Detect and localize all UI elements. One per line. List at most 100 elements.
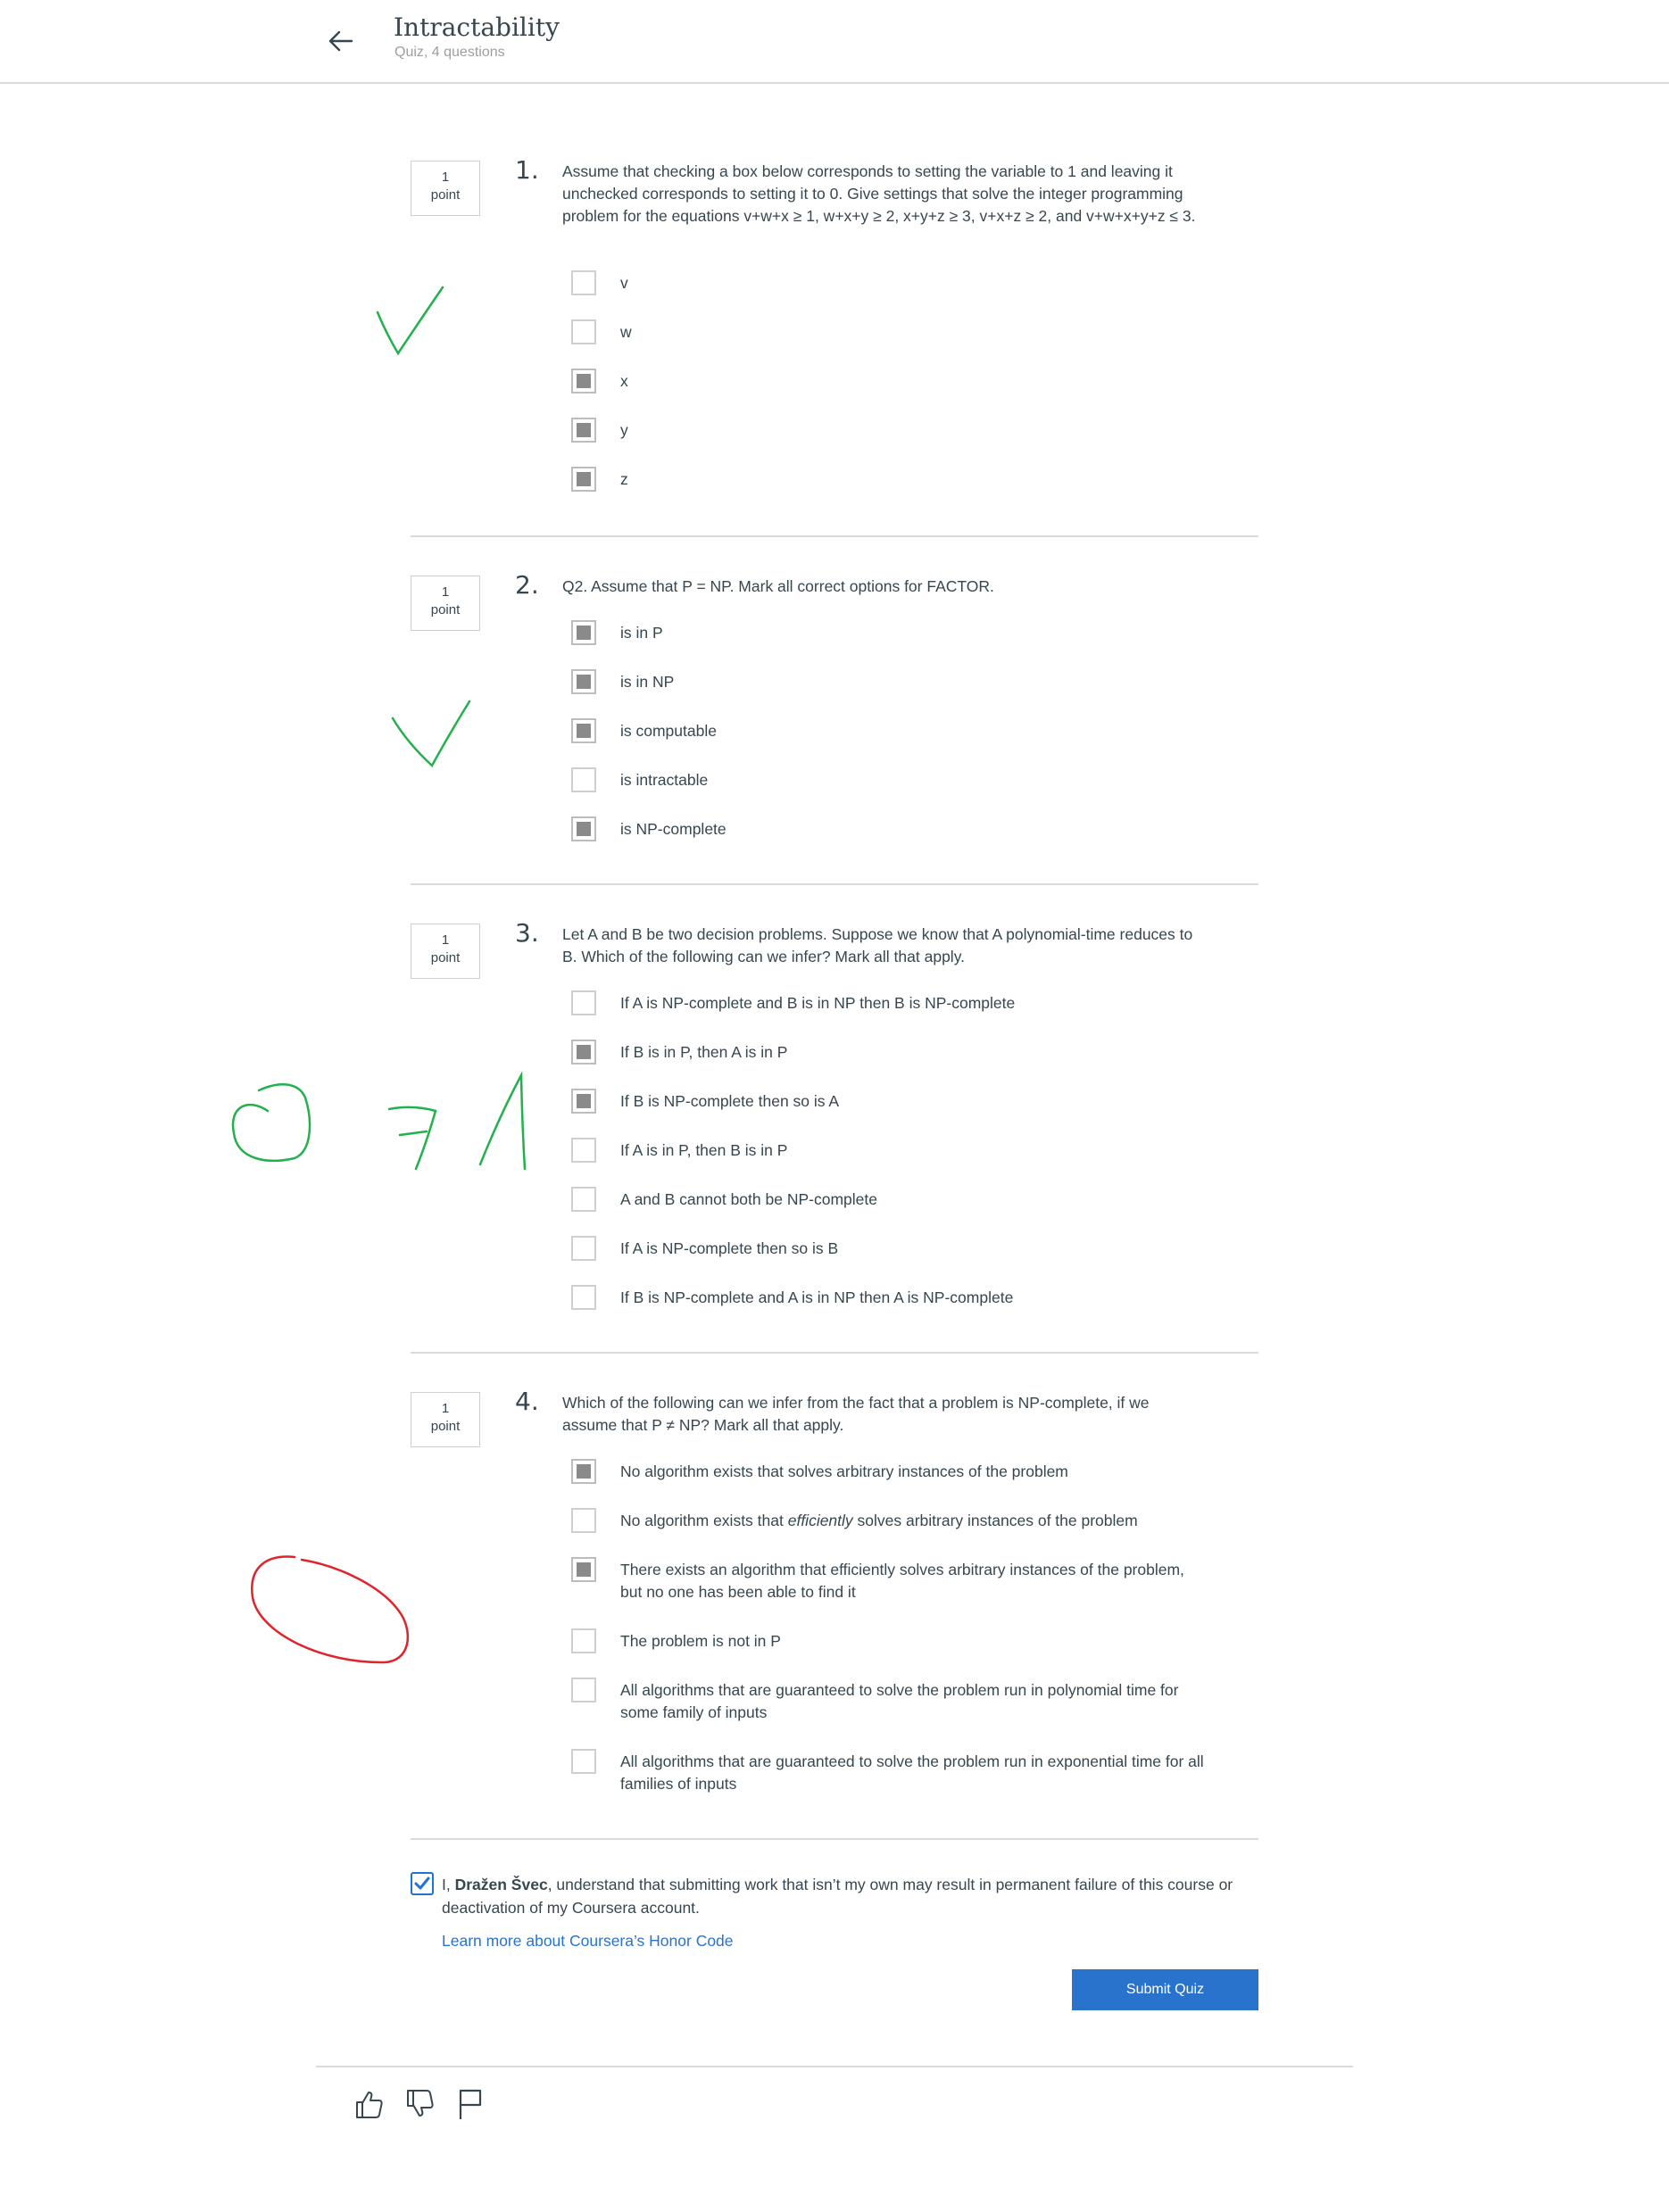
honor-code-checkbox[interactable] bbox=[411, 1872, 434, 1895]
divider bbox=[411, 1838, 1258, 1840]
points-badge: 1 point bbox=[411, 1392, 480, 1447]
option-4e[interactable]: All algorithms that are guaranteed to so… bbox=[571, 1678, 1214, 1727]
option-4a[interactable]: No algorithm exists that solves arbitrar… bbox=[571, 1459, 1214, 1487]
option-checkbox-checked[interactable] bbox=[571, 418, 596, 443]
green-seven bbox=[387, 1106, 437, 1171]
green-checkmark-2 bbox=[391, 700, 471, 768]
option-checkbox[interactable] bbox=[571, 1187, 596, 1212]
divider bbox=[411, 883, 1258, 885]
points-badge: 1 point bbox=[411, 924, 480, 979]
option-label: No algorithm exists that efficiently sol… bbox=[620, 1512, 1138, 1529]
option-is-in-p[interactable]: is in P bbox=[571, 620, 1214, 649]
option-3b[interactable]: If B is in P, then A is in P bbox=[571, 1040, 1214, 1068]
red-zero bbox=[251, 1555, 410, 1664]
option-3e[interactable]: A and B cannot both be NP-complete bbox=[571, 1187, 1214, 1215]
option-label: A and B cannot both be NP-complete bbox=[620, 1190, 877, 1208]
option-label: w bbox=[620, 323, 632, 341]
option-label: y bbox=[620, 421, 628, 439]
option-3g[interactable]: If B is NP-complete and A is in NP then … bbox=[571, 1285, 1214, 1313]
question-number: 2. bbox=[515, 570, 539, 600]
option-label: is intractable bbox=[620, 771, 709, 789]
option-checkbox[interactable] bbox=[571, 1285, 596, 1310]
option-3a[interactable]: If A is NP-complete and B is in NP then … bbox=[571, 990, 1214, 1019]
question-text: Assume that checking a box below corresp… bbox=[562, 162, 1196, 225]
question-text: Let A and B be two decision problems. Su… bbox=[562, 925, 1193, 965]
green-checkmark-1 bbox=[376, 286, 444, 356]
submit-quiz-button[interactable]: Submit Quiz bbox=[1072, 1969, 1258, 2010]
option-label: is computable bbox=[620, 722, 717, 740]
option-label: v bbox=[620, 274, 628, 292]
option-label: If B is in P, then A is in P bbox=[620, 1043, 788, 1061]
option-x[interactable]: x bbox=[571, 369, 1214, 397]
flag-icon[interactable] bbox=[453, 2087, 487, 2121]
option-checkbox[interactable] bbox=[571, 1236, 596, 1261]
footer-divider bbox=[316, 2066, 1353, 2067]
option-z[interactable]: z bbox=[571, 467, 1214, 495]
option-is-computable[interactable]: is computable bbox=[571, 718, 1214, 747]
option-checkbox-checked[interactable] bbox=[571, 369, 596, 394]
option-checkbox[interactable] bbox=[571, 319, 596, 344]
option-label: x bbox=[620, 372, 628, 390]
option-3f[interactable]: If A is NP-complete then so is B bbox=[571, 1236, 1214, 1264]
question-text: Which of the following can we infer from… bbox=[562, 1394, 1150, 1434]
option-v[interactable]: v bbox=[571, 270, 1214, 299]
quiz-title: Intractability bbox=[394, 12, 560, 42]
option-checkbox-checked[interactable] bbox=[571, 669, 596, 694]
option-label: If A is in P, then B is in P bbox=[620, 1141, 788, 1159]
option-y[interactable]: y bbox=[571, 418, 1214, 446]
option-is-np-complete[interactable]: is NP-complete bbox=[571, 816, 1214, 845]
option-checkbox-checked[interactable] bbox=[571, 1557, 596, 1582]
option-checkbox-checked[interactable] bbox=[571, 1089, 596, 1114]
honor-code-link[interactable]: Learn more about Coursera’s Honor Code bbox=[442, 1932, 734, 1951]
option-checkbox[interactable] bbox=[571, 270, 596, 295]
option-4d[interactable]: The problem is not in P bbox=[571, 1628, 1214, 1657]
option-label: If B is NP-complete then so is A bbox=[620, 1092, 840, 1110]
question-text: Q2. Assume that P = NP. Mark all correct… bbox=[562, 577, 994, 595]
option-checkbox[interactable] bbox=[571, 1138, 596, 1163]
divider bbox=[411, 535, 1258, 537]
option-label: z bbox=[620, 470, 628, 488]
option-4c[interactable]: There exists an algorithm that efficient… bbox=[571, 1557, 1214, 1607]
option-w[interactable]: w bbox=[571, 319, 1214, 348]
thumbs-up-icon[interactable] bbox=[352, 2087, 386, 2121]
option-checkbox-checked[interactable] bbox=[571, 816, 596, 841]
option-label: No algorithm exists that solves arbitrar… bbox=[620, 1462, 1068, 1480]
option-checkbox-checked[interactable] bbox=[571, 467, 596, 492]
option-checkbox-checked[interactable] bbox=[571, 718, 596, 743]
option-checkbox-checked[interactable] bbox=[571, 1040, 596, 1065]
option-checkbox[interactable] bbox=[571, 1678, 596, 1702]
option-is-intractable[interactable]: is intractable bbox=[571, 767, 1214, 796]
back-arrow-icon[interactable] bbox=[325, 25, 357, 57]
question-number: 4. bbox=[515, 1387, 539, 1416]
points-badge: 1 point bbox=[411, 576, 480, 631]
option-checkbox-checked[interactable] bbox=[571, 1459, 596, 1484]
question-number: 3. bbox=[515, 918, 539, 948]
option-label: All algorithms that are guaranteed to so… bbox=[620, 1752, 1204, 1793]
quiz-subtitle: Quiz, 4 questions bbox=[394, 45, 505, 60]
option-label: is NP-complete bbox=[620, 820, 727, 838]
option-label: The problem is not in P bbox=[620, 1632, 781, 1650]
option-checkbox[interactable] bbox=[571, 767, 596, 792]
option-checkbox[interactable] bbox=[571, 1749, 596, 1774]
option-is-in-np[interactable]: is in NP bbox=[571, 669, 1214, 698]
option-checkbox[interactable] bbox=[571, 990, 596, 1015]
option-checkbox[interactable] bbox=[571, 1508, 596, 1533]
quiz-header: Intractability Quiz, 4 questions bbox=[0, 0, 1669, 84]
points-badge: 1 point bbox=[411, 161, 480, 216]
option-4f[interactable]: All algorithms that are guaranteed to so… bbox=[571, 1749, 1214, 1799]
option-label: If A is NP-complete and B is in NP then … bbox=[620, 994, 1016, 1012]
green-one bbox=[478, 1071, 527, 1171]
user-name: Dražen Švec bbox=[454, 1876, 548, 1893]
option-3d[interactable]: If A is in P, then B is in P bbox=[571, 1138, 1214, 1166]
option-label: is in P bbox=[620, 624, 663, 642]
option-3c[interactable]: If B is NP-complete then so is A bbox=[571, 1089, 1214, 1117]
option-checkbox[interactable] bbox=[571, 1628, 596, 1653]
honor-code-statement: I, Dražen Švec, understand that submitti… bbox=[442, 1876, 1233, 1917]
question-number: 1. bbox=[515, 155, 539, 185]
option-4b[interactable]: No algorithm exists that efficiently sol… bbox=[571, 1508, 1214, 1537]
option-label: All algorithms that are guaranteed to so… bbox=[620, 1681, 1179, 1721]
option-checkbox-checked[interactable] bbox=[571, 620, 596, 645]
checkmark-icon bbox=[414, 1876, 430, 1890]
green-zero bbox=[231, 1083, 311, 1162]
thumbs-down-icon[interactable] bbox=[403, 2087, 436, 2121]
